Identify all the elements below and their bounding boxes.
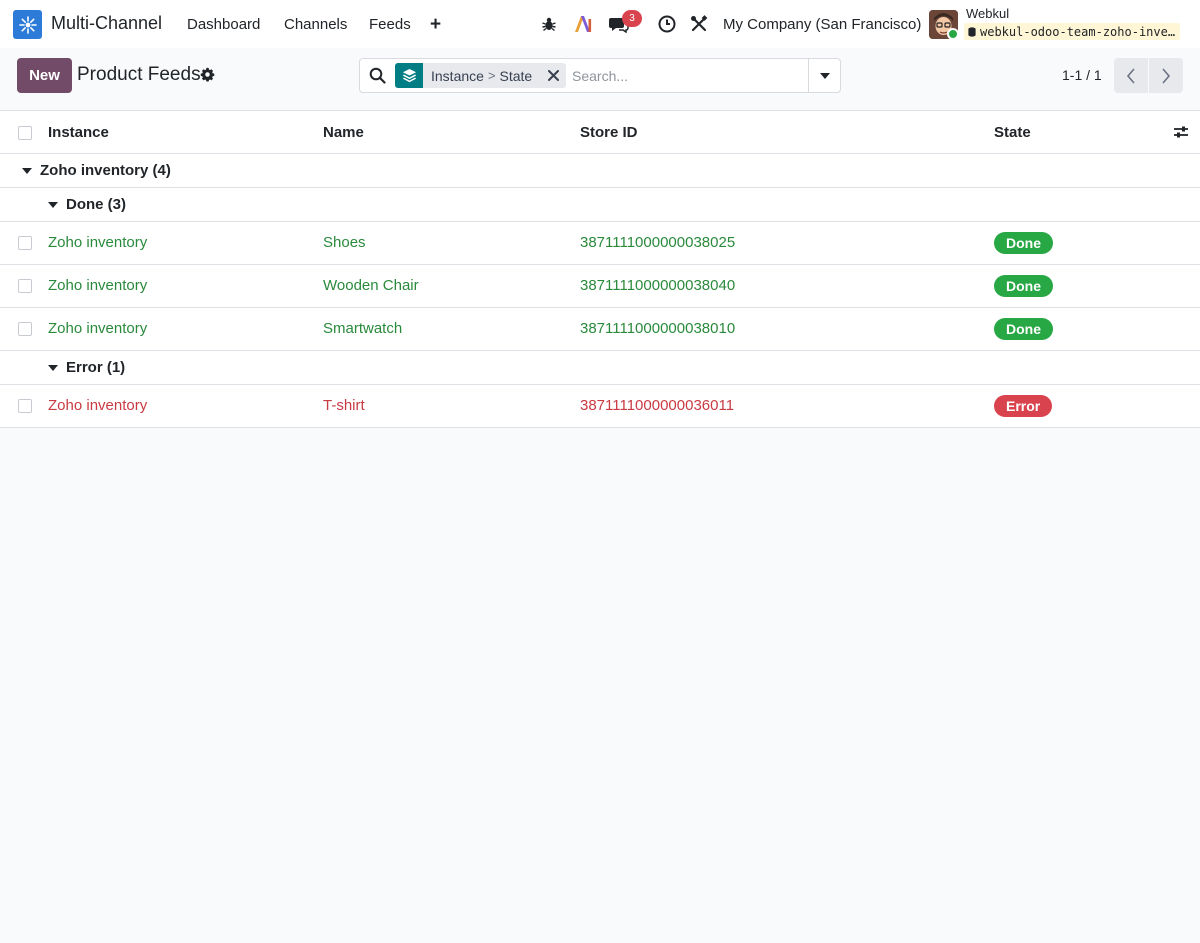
group-row-state-done[interactable]: Done (3)	[0, 188, 1200, 222]
add-menu-icon[interactable]: +	[430, 14, 441, 36]
cell-name[interactable]: Wooden Chair	[323, 277, 419, 294]
pager-previous-button[interactable]	[1114, 58, 1148, 93]
search-input[interactable]	[572, 65, 802, 87]
new-button[interactable]: New	[17, 58, 72, 93]
optional-columns-sliders-icon[interactable]	[1173, 124, 1189, 140]
status-badge: Error	[994, 395, 1053, 417]
messages-count-badge: 3	[622, 10, 642, 27]
pager-value[interactable]: 1-1 / 1	[1062, 67, 1102, 83]
search-options-toggle[interactable]	[808, 59, 840, 92]
cell-name[interactable]: T-shirt	[323, 397, 365, 414]
column-store-id[interactable]: Store ID	[580, 124, 638, 141]
status-badge: Done	[994, 275, 1053, 297]
table-row[interactable]: Zoho inventory Smartwatch 38711110000000…	[0, 308, 1200, 351]
cell-store-id[interactable]: 3871111000000038040	[580, 277, 735, 294]
column-instance[interactable]: Instance	[48, 124, 109, 141]
list-header: Instance Name Store ID State	[0, 110, 1200, 154]
cell-store-id[interactable]: 3871111000000036011	[580, 397, 734, 414]
search-bar[interactable]: Instance > State	[359, 58, 841, 93]
layers-icon	[395, 63, 423, 88]
caret-down-icon	[819, 72, 830, 79]
row-checkbox[interactable]	[18, 279, 32, 293]
online-status-dot	[947, 28, 959, 40]
group-label: Zoho inventory (4)	[22, 162, 171, 179]
menu-channels[interactable]: Channels	[284, 16, 347, 33]
page-title[interactable]: Product Feeds	[77, 64, 201, 86]
status-badge: Done	[994, 232, 1053, 254]
cell-name[interactable]: Shoes	[323, 234, 366, 251]
gear-icon[interactable]	[200, 67, 216, 83]
row-checkbox[interactable]	[18, 322, 32, 336]
top-navbar: Multi-Channel Dashboard Channels Feeds +…	[0, 0, 1200, 48]
select-all-checkbox[interactable]	[18, 126, 32, 140]
cell-store-id[interactable]: 3871111000000038010	[580, 320, 735, 337]
row-checkbox[interactable]	[18, 399, 32, 413]
group-by-facet[interactable]: Instance > State	[395, 63, 567, 88]
cell-instance[interactable]: Zoho inventory	[48, 277, 147, 294]
facet-label: Instance > State	[423, 63, 540, 88]
chevron-right-icon	[1162, 67, 1171, 84]
feeds-list: Instance Name Store ID State Zoho invent…	[0, 110, 1200, 428]
database-name: webkul-odoo-team-zoho-inventory	[980, 24, 1176, 39]
facet-group-instance: Instance	[431, 67, 484, 84]
menu-feeds[interactable]: Feeds	[369, 16, 411, 33]
company-switcher[interactable]: My Company (San Francisco)	[723, 16, 921, 33]
column-state[interactable]: State	[994, 124, 1031, 141]
caret-down-icon	[48, 201, 58, 208]
chevron-left-icon	[1126, 67, 1135, 84]
settings-tools-icon[interactable]	[689, 14, 709, 34]
menu-dashboard[interactable]: Dashboard	[187, 16, 260, 33]
cell-store-id[interactable]: 3871111000000038025	[580, 234, 735, 251]
group-label: Done (3)	[48, 196, 126, 213]
pager-next-button[interactable]	[1149, 58, 1183, 93]
group-title: Zoho inventory (4)	[40, 162, 171, 179]
group-row-state-error[interactable]: Error (1)	[0, 351, 1200, 385]
ai-assistant-icon[interactable]	[573, 14, 593, 34]
group-row-instance[interactable]: Zoho inventory (4)	[0, 154, 1200, 188]
user-name[interactable]: Webkul	[966, 6, 1009, 21]
row-checkbox[interactable]	[18, 236, 32, 250]
cell-instance[interactable]: Zoho inventory	[48, 397, 147, 414]
app-name[interactable]: Multi-Channel	[51, 13, 162, 34]
multi-channel-app-icon[interactable]	[13, 10, 42, 39]
facet-separator: >	[487, 68, 496, 83]
cell-name[interactable]: Smartwatch	[323, 320, 402, 337]
search-icon[interactable]	[369, 67, 387, 85]
group-title: Error (1)	[66, 359, 126, 376]
column-name[interactable]: Name	[323, 124, 364, 141]
caret-down-icon	[22, 167, 32, 174]
bug-icon[interactable]	[539, 14, 559, 34]
remove-facet-close-icon[interactable]	[540, 63, 566, 88]
status-badge: Done	[994, 318, 1053, 340]
table-row[interactable]: Zoho inventory T-shirt 38711110000000360…	[0, 385, 1200, 428]
caret-down-icon	[48, 364, 58, 371]
group-label: Error (1)	[48, 359, 125, 376]
activity-clock-icon[interactable]	[657, 14, 677, 34]
cell-instance[interactable]: Zoho inventory	[48, 320, 147, 337]
cell-instance[interactable]: Zoho inventory	[48, 234, 147, 251]
facet-group-state: State	[499, 67, 533, 84]
table-row[interactable]: Zoho inventory Shoes 3871111000000038025…	[0, 222, 1200, 265]
table-row[interactable]: Zoho inventory Wooden Chair 387111100000…	[0, 265, 1200, 308]
group-title: Done (3)	[66, 196, 126, 213]
database-icon	[968, 26, 976, 37]
database-badge: webkul-odoo-team-zoho-inventory	[964, 23, 1180, 40]
